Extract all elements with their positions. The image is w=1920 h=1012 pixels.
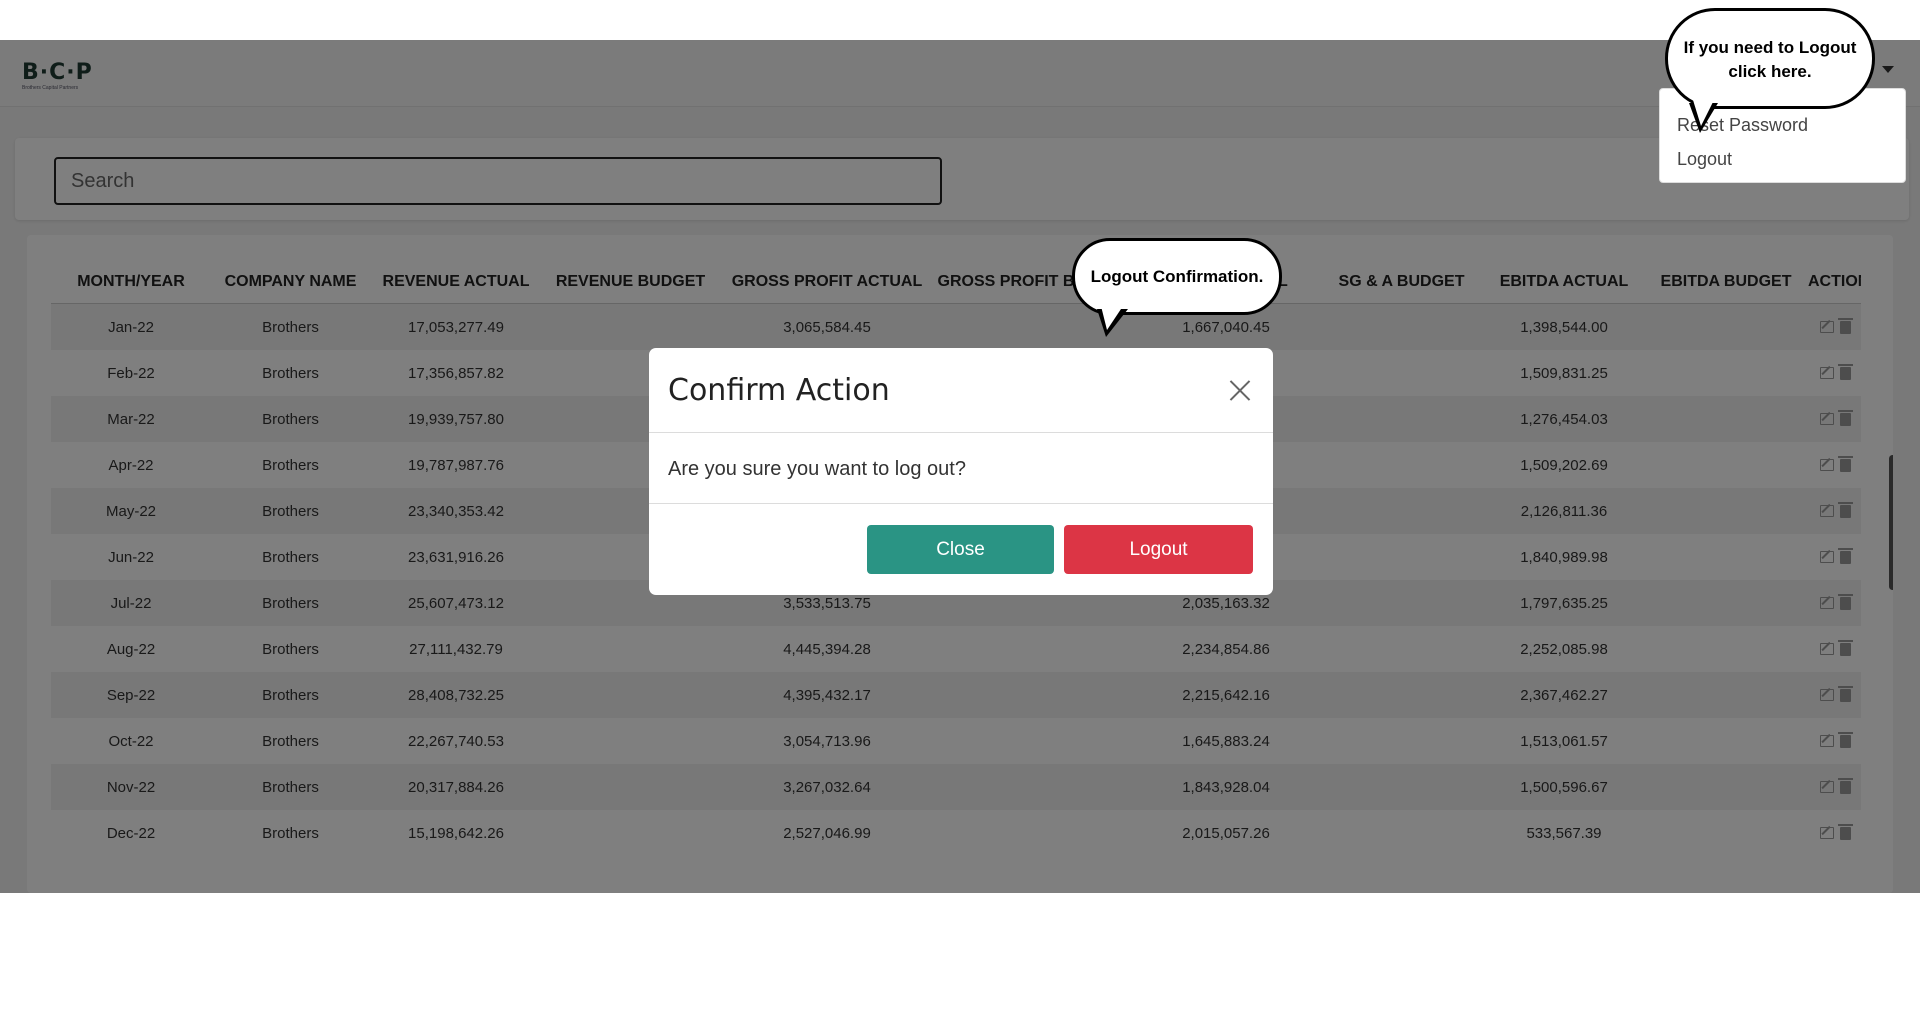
modal-divider: [649, 503, 1273, 504]
callout-logout-hint: If you need to Logout click here.: [1665, 8, 1875, 109]
modal-message: Are you sure you want to log out?: [668, 458, 966, 480]
modal-title: Confirm Action: [668, 373, 890, 408]
logout-menu-item[interactable]: Logout: [1677, 149, 1732, 170]
confirm-logout-modal: Confirm Action Are you sure you want to …: [649, 348, 1273, 595]
callout-tail: [1693, 100, 1714, 126]
app-window: B·C·P Brothers Capital Partners MONTH/YE…: [0, 40, 1920, 893]
close-button[interactable]: Close: [867, 525, 1054, 574]
logout-button[interactable]: Logout: [1064, 525, 1253, 574]
modal-divider: [649, 432, 1273, 433]
callout-logout-confirmation: Logout Confirmation.: [1072, 238, 1282, 315]
close-icon[interactable]: [1228, 378, 1252, 402]
callout-tail: [1101, 306, 1123, 330]
